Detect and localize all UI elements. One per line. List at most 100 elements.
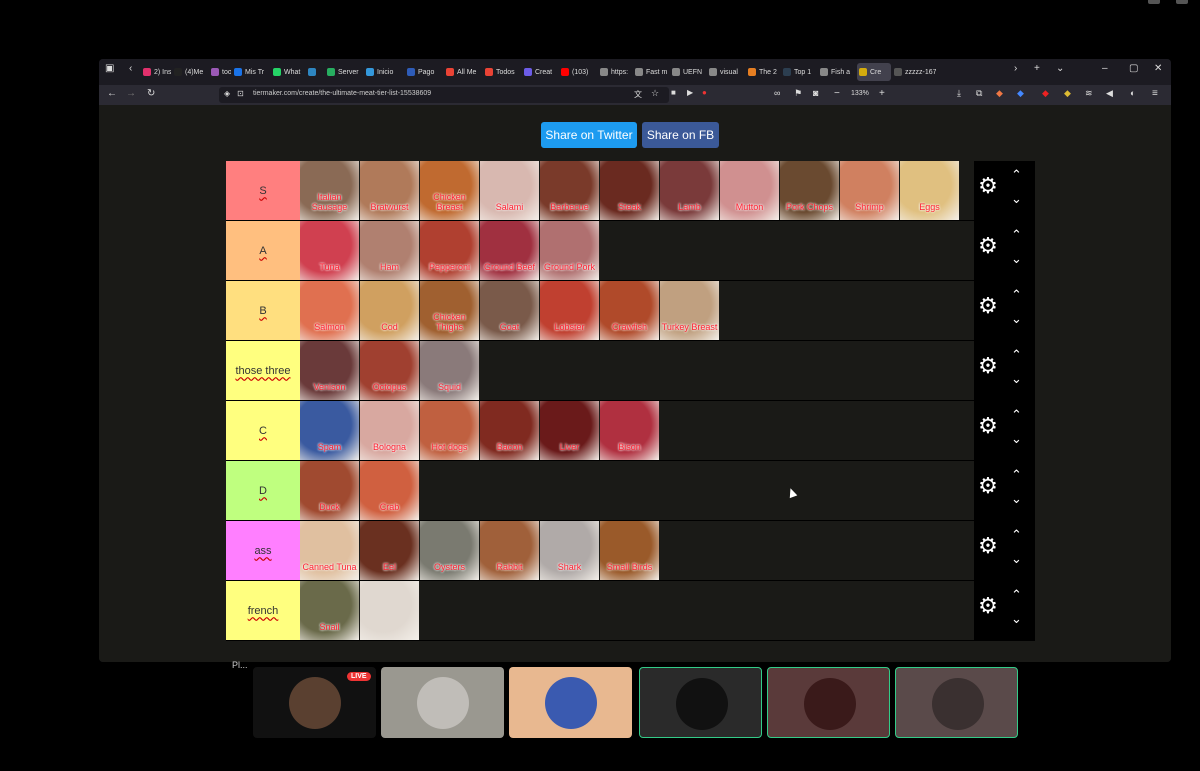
url-bar[interactable]: ◈ ⊡ tiermaker.com/create/the-ultimate-me…	[219, 87, 669, 103]
tier-item[interactable]: Italian Sausage	[300, 161, 359, 220]
chevron-up-icon[interactable]: ⌃	[1011, 227, 1022, 243]
share-twitter-button[interactable]: Share on Twitter	[541, 122, 637, 148]
addon-icon[interactable]: ◆	[1017, 88, 1024, 99]
browser-tab[interactable]	[306, 63, 324, 81]
participant-tile[interactable]	[639, 667, 762, 738]
browser-tab[interactable]: Creat	[522, 63, 558, 81]
gear-icon[interactable]: ⚙	[977, 535, 999, 557]
tier-label[interactable]: those three	[226, 341, 300, 400]
save-icon[interactable]: ⚑	[794, 88, 802, 99]
browser-tab[interactable]: https:	[598, 63, 632, 81]
tier-item[interactable]	[360, 581, 419, 640]
chevron-up-icon[interactable]: ⌃	[1011, 287, 1022, 303]
zoom-in-icon[interactable]: +	[879, 88, 885, 99]
tier-item[interactable]: Bacon	[480, 401, 539, 460]
tier-item[interactable]: Bologna	[360, 401, 419, 460]
tier-items[interactable]: Italian Sausage Bratwurst Chicken Breast Sa…	[300, 161, 974, 220]
tier-label[interactable]: D	[226, 461, 300, 520]
tier-items[interactable]: Snail	[300, 581, 974, 640]
tier-label[interactable]: ass	[226, 521, 300, 580]
reload-icon[interactable]: ↻	[147, 88, 155, 99]
tier-item[interactable]: Chicken Breast	[420, 161, 479, 220]
tier-item[interactable]: Canned Tuna	[300, 521, 359, 580]
tier-item[interactable]: Snail	[300, 581, 359, 640]
chevron-down-icon[interactable]: ⌄	[1011, 611, 1022, 627]
tier-item[interactable]: Mutton	[720, 161, 779, 220]
screenshot-icon[interactable]: ◙	[813, 88, 818, 98]
tier-item[interactable]: Octopus	[360, 341, 419, 400]
tier-item[interactable]: Cod	[360, 281, 419, 340]
minimize-icon[interactable]: –	[1102, 63, 1108, 74]
tier-item[interactable]: Crab	[360, 461, 419, 520]
browser-tab[interactable]: UEFN	[670, 63, 706, 81]
tier-item[interactable]: Pork Chops	[780, 161, 839, 220]
addon-icon[interactable]: ◆	[1064, 88, 1071, 99]
tier-item[interactable]: Squid	[420, 341, 479, 400]
tier-item[interactable]: Barbecue	[540, 161, 599, 220]
addon-icon[interactable]: ◆	[1042, 88, 1049, 99]
tier-item[interactable]: Tuna	[300, 221, 359, 280]
chevron-down-icon[interactable]: ⌄	[1011, 431, 1022, 447]
tier-items[interactable]: Salmon Cod Chicken Thighs Goat Lobster Crawfi…	[300, 281, 974, 340]
browser-tab[interactable]: visual	[707, 63, 745, 81]
tier-items[interactable]: Canned Tuna Eel Oysters Rabbit Shark Small Bi…	[300, 521, 974, 580]
menu-icon[interactable]: ≡	[1152, 88, 1158, 99]
translate-icon[interactable]: 文	[634, 89, 642, 100]
chevron-down-icon[interactable]: ⌄	[1011, 551, 1022, 567]
chevron-up-icon[interactable]: ⌃	[1011, 587, 1022, 603]
gear-icon[interactable]: ⚙	[977, 175, 999, 197]
participant-tile[interactable]	[509, 667, 632, 738]
lock-icon[interactable]: ⊡	[237, 89, 244, 98]
browser-tab[interactable]: (4)Me	[172, 63, 208, 81]
tier-item[interactable]: Bratwurst	[360, 161, 419, 220]
extensions-icon[interactable]: ⧉	[976, 88, 982, 99]
mask-icon[interactable]: ∞	[774, 88, 780, 98]
browser-tab[interactable]: Fish a	[818, 63, 856, 81]
play-icon[interactable]: ▶	[687, 88, 693, 97]
browser-tab[interactable]: Todos	[483, 63, 521, 81]
participant-tile[interactable]: LIVE	[253, 667, 376, 738]
tier-items[interactable]: Tuna Ham Pepperoni Ground Beef Ground Pork	[300, 221, 974, 280]
window-control-icon[interactable]	[1148, 0, 1160, 4]
window-control-icon[interactable]	[1176, 0, 1188, 4]
browser-tab[interactable]: What	[271, 63, 305, 81]
browser-tab[interactable]: tools	[209, 63, 231, 81]
tier-item[interactable]: Shark	[540, 521, 599, 580]
browser-tab[interactable]: Pago	[405, 63, 443, 81]
chevron-right-icon[interactable]: ›	[1014, 63, 1017, 74]
tier-item[interactable]: Ground Pork	[540, 221, 599, 280]
chevron-up-icon[interactable]: ⌃	[1011, 167, 1022, 183]
chevron-up-icon[interactable]: ⌃	[1011, 407, 1022, 423]
download-icon[interactable]: ⤓	[957, 88, 961, 99]
addon-icon[interactable]: ◆	[996, 88, 1003, 99]
zoom-level[interactable]: 133%	[851, 90, 869, 97]
sound-icon[interactable]: ◀	[1106, 88, 1113, 99]
tier-label[interactable]: B	[226, 281, 300, 340]
browser-tab[interactable]: All Me	[444, 63, 482, 81]
bookmark-star-icon[interactable]: ☆	[651, 88, 659, 99]
settings-sliders-icon[interactable]: ≋	[1085, 88, 1093, 99]
profile-icon[interactable]: ◐	[1130, 88, 1135, 98]
tier-item[interactable]: Goat	[480, 281, 539, 340]
tier-label[interactable]: S	[226, 161, 300, 220]
tier-items[interactable]: Duck Crab	[300, 461, 974, 520]
tier-item[interactable]: Turkey Breast	[660, 281, 719, 340]
chevron-down-icon[interactable]: ⌄	[1011, 311, 1022, 327]
tier-item[interactable]: Hot dogs	[420, 401, 479, 460]
chevron-up-icon[interactable]: ⌃	[1011, 347, 1022, 363]
browser-tab[interactable]: Inicio	[364, 63, 404, 81]
tier-item[interactable]: Ground Beef	[480, 221, 539, 280]
tier-item[interactable]: Venison	[300, 341, 359, 400]
tier-item[interactable]: Small Birds	[600, 521, 659, 580]
tier-label[interactable]: A	[226, 221, 300, 280]
youtube-icon[interactable]: ●	[702, 88, 707, 97]
forward-icon[interactable]: →	[126, 88, 136, 99]
tier-item[interactable]: Oysters	[420, 521, 479, 580]
tier-item[interactable]: Salmon	[300, 281, 359, 340]
tier-items[interactable]: Spam Bologna Hot dogs Bacon Liver Bison	[300, 401, 974, 460]
gear-icon[interactable]: ⚙	[977, 475, 999, 497]
tier-label[interactable]: C	[226, 401, 300, 460]
tier-items[interactable]: Venison Octopus Squid	[300, 341, 974, 400]
chevron-down-icon[interactable]: ⌄	[1011, 491, 1022, 507]
tier-item[interactable]: Crawfish	[600, 281, 659, 340]
